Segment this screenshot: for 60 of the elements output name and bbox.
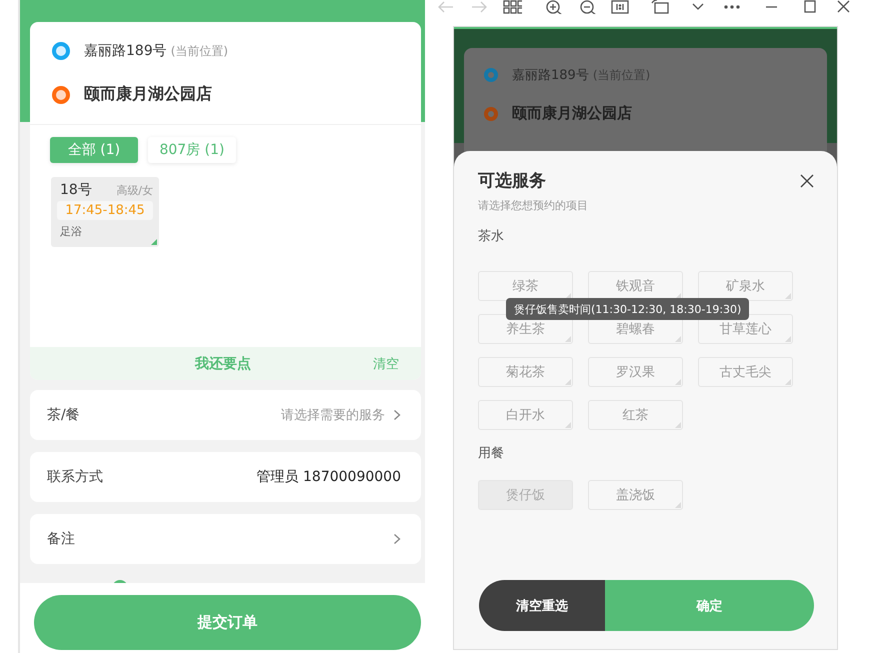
- corner-triangle-icon: [675, 336, 681, 342]
- sheet-title: 可选服务: [478, 170, 546, 192]
- destination-dot-icon: [52, 86, 70, 104]
- form-row[interactable]: 联系方式 管理员 18700090000: [30, 452, 421, 502]
- tooltip: 煲仔饭售卖时间(11:30-12:30, 18:30-19:30): [506, 298, 750, 320]
- sheet-subtitle: 请选择您想预约的项目: [478, 198, 588, 213]
- form-row[interactable]: 茶/餐 请选择需要的服务: [30, 390, 421, 440]
- chevron-right-icon[interactable]: [393, 533, 401, 545]
- time-slot: 17:45-18:45: [57, 201, 153, 220]
- service-option[interactable]: 盖浇饭: [588, 480, 683, 510]
- actual-size-icon[interactable]: [611, 0, 630, 14]
- crop-rotate-icon[interactable]: [651, 0, 670, 14]
- row-label: 茶/餐: [47, 406, 80, 424]
- corner-triangle-icon: [565, 379, 571, 385]
- corner-triangle-icon: [675, 379, 681, 385]
- corner-triangle-icon: [785, 336, 791, 342]
- service-option[interactable]: 白开水: [478, 400, 573, 430]
- service-option[interactable]: 矿泉水: [698, 271, 793, 301]
- technician-card[interactable]: 18号 高级/女 17:45-18:45 足浴: [51, 177, 159, 247]
- filter-tab[interactable]: 807房 (1): [148, 137, 236, 163]
- corner-triangle-icon: [675, 422, 681, 428]
- zoom-in-icon[interactable]: [545, 0, 564, 14]
- service-option[interactable]: 绿茶: [478, 271, 573, 301]
- technician-grade: 高级/女: [116, 183, 153, 198]
- confirm-button[interactable]: 确定: [605, 580, 814, 631]
- row-label: 联系方式: [47, 468, 103, 486]
- service-option[interactable]: 罗汉果: [588, 357, 683, 387]
- grid-icon[interactable]: [503, 0, 522, 14]
- service-option[interactable]: 古丈毛尖: [698, 357, 793, 387]
- reset-button[interactable]: 清空重选: [479, 580, 605, 631]
- zoom-out-icon[interactable]: [579, 0, 598, 14]
- corner-triangle-icon: [151, 239, 157, 245]
- submit-button[interactable]: 提交订单: [34, 595, 421, 650]
- group-title: 用餐: [478, 445, 504, 462]
- service-option[interactable]: 红茶: [588, 400, 683, 430]
- corner-triangle-icon: [565, 336, 571, 342]
- row-value: 请选择需要的服务: [281, 407, 385, 424]
- row-label: 备注: [47, 530, 75, 548]
- filter-tab[interactable]: 全部 (1): [50, 137, 138, 163]
- form-row[interactable]: 备注: [30, 514, 421, 564]
- store-name: 颐而康月湖公园店: [512, 104, 632, 123]
- add-more-link[interactable]: 我还要点: [195, 354, 251, 372]
- chevron-right-icon[interactable]: [393, 409, 401, 421]
- origin-dot-icon: [52, 42, 70, 60]
- close-icon[interactable]: [800, 174, 814, 188]
- technician-number: 18号: [60, 181, 92, 199]
- store-name: 颐而康月湖公园店: [84, 84, 212, 105]
- row-value: 管理员 18700090000: [256, 468, 401, 486]
- service-option[interactable]: 铁观音: [588, 271, 683, 301]
- corner-triangle-icon: [785, 293, 791, 299]
- clear-link[interactable]: 清空: [373, 354, 399, 372]
- origin-address: 嘉丽路189号 (当前位置): [84, 42, 228, 60]
- corner-triangle-icon: [785, 379, 791, 385]
- corner-triangle-icon: [565, 422, 571, 428]
- service-name: 足浴: [60, 224, 82, 239]
- corner-triangle-icon: [675, 502, 681, 508]
- service-option[interactable]: 菊花茶: [478, 357, 573, 387]
- group-title: 茶水: [478, 228, 504, 245]
- origin-dot-icon: [484, 68, 498, 82]
- destination-dot-icon: [484, 106, 498, 120]
